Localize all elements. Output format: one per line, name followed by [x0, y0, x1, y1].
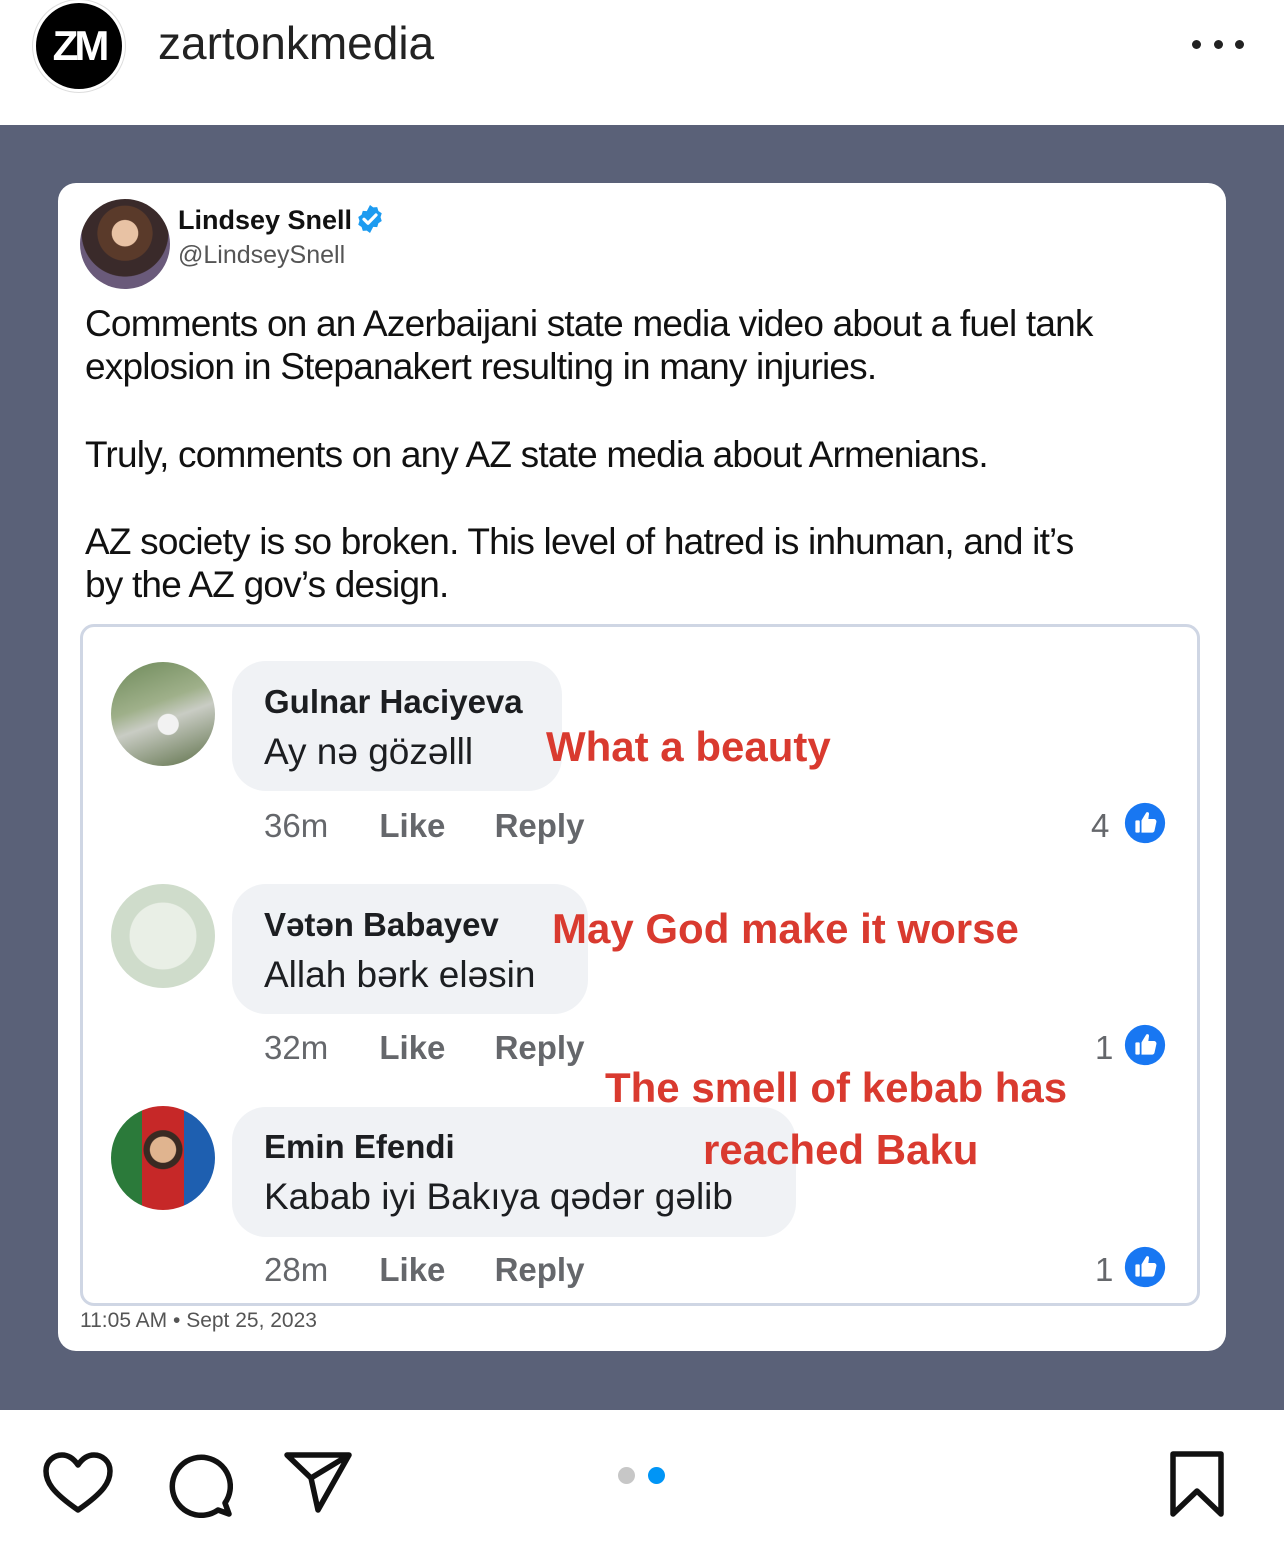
- commenter-name: Vətən Babayev: [264, 906, 499, 943]
- more-horizontal-icon[interactable]: [1192, 30, 1244, 58]
- translation-annotation: May God make it worse: [552, 905, 1019, 952]
- verified-badge-icon: [358, 205, 382, 233]
- heart-icon[interactable]: [42, 1452, 114, 1516]
- reply-action[interactable]: Reply: [495, 807, 585, 844]
- commenter-name: Gulnar Haciyeva: [264, 683, 523, 720]
- tweet-text-line: AZ society is so broken. This level of h…: [85, 521, 1074, 562]
- comments-screenshot: Gulnar Haciyeva Ay nə gözəlll What a bea…: [80, 624, 1200, 1306]
- post-image[interactable]: Lindsey Snell @LindseySnell Comments on …: [0, 125, 1284, 1410]
- tweet-timestamp: 11:05 AM • Sept 25, 2023: [80, 1309, 317, 1332]
- comment-icon[interactable]: [165, 1450, 233, 1518]
- tweet-text-line: Truly, comments on any AZ state media ab…: [85, 434, 989, 475]
- thumbs-up-icon: [1124, 1024, 1166, 1066]
- translation-annotation: reached Baku: [703, 1126, 979, 1173]
- comment-meta: 32m Like Reply: [264, 1029, 584, 1067]
- thumbs-up-icon: [1124, 1246, 1166, 1288]
- send-icon[interactable]: [283, 1450, 353, 1514]
- comment-text: Kabab iyi Bakıya qədər gəlib: [264, 1176, 733, 1217]
- commenter-name: Emin Efendi: [264, 1128, 455, 1165]
- reply-action[interactable]: Reply: [495, 1029, 585, 1066]
- reaction-count: 1: [1095, 1029, 1114, 1066]
- like-action[interactable]: Like: [379, 807, 445, 844]
- comment-meta: 36m Like Reply: [264, 807, 584, 845]
- post-header: ZM zartonkmedia: [0, 0, 1284, 125]
- bookmark-icon[interactable]: [1168, 1450, 1226, 1518]
- carousel-dot-inactive: [618, 1467, 635, 1484]
- tweet-text-line: Comments on an Azerbaijani state media v…: [85, 303, 1093, 344]
- profile-avatar[interactable]: ZM: [33, 0, 125, 92]
- reply-action[interactable]: Reply: [495, 1251, 585, 1288]
- translation-annotation: What a beauty: [546, 723, 831, 770]
- reaction-count: 4: [1091, 807, 1110, 844]
- like-action[interactable]: Like: [379, 1029, 445, 1066]
- post-action-bar: [0, 1410, 1284, 1559]
- carousel-dot-active: [648, 1467, 665, 1484]
- tweet-text-line: explosion in Stepanakert resulting in ma…: [85, 346, 877, 387]
- comment-meta: 28m Like Reply: [264, 1251, 584, 1289]
- comment-time: 28m: [264, 1251, 329, 1288]
- tweet-author-avatar: [80, 199, 170, 289]
- comment-text: Ay nə gözəlll: [264, 731, 474, 772]
- carousel-indicator: [618, 1467, 668, 1485]
- like-action[interactable]: Like: [379, 1251, 445, 1288]
- comment-time: 32m: [264, 1029, 329, 1066]
- thumbs-up-icon: [1124, 802, 1166, 844]
- username[interactable]: zartonkmedia: [158, 16, 434, 70]
- tweet-author-name: Lindsey Snell: [178, 205, 353, 235]
- commenter-avatar: [111, 662, 215, 766]
- tweet-author-handle: @LindseySnell: [178, 241, 346, 269]
- tweet-card: Lindsey Snell @LindseySnell Comments on …: [58, 183, 1226, 1351]
- commenter-avatar: [111, 1106, 215, 1210]
- translation-annotation: The smell of kebab has: [605, 1064, 1068, 1111]
- reaction-count: 1: [1095, 1251, 1114, 1288]
- commenter-avatar: [111, 884, 215, 988]
- comment-text: Allah bərk eləsin: [264, 954, 536, 995]
- comment-time: 36m: [264, 807, 329, 844]
- tweet-text-line: by the AZ gov’s design.: [85, 564, 449, 605]
